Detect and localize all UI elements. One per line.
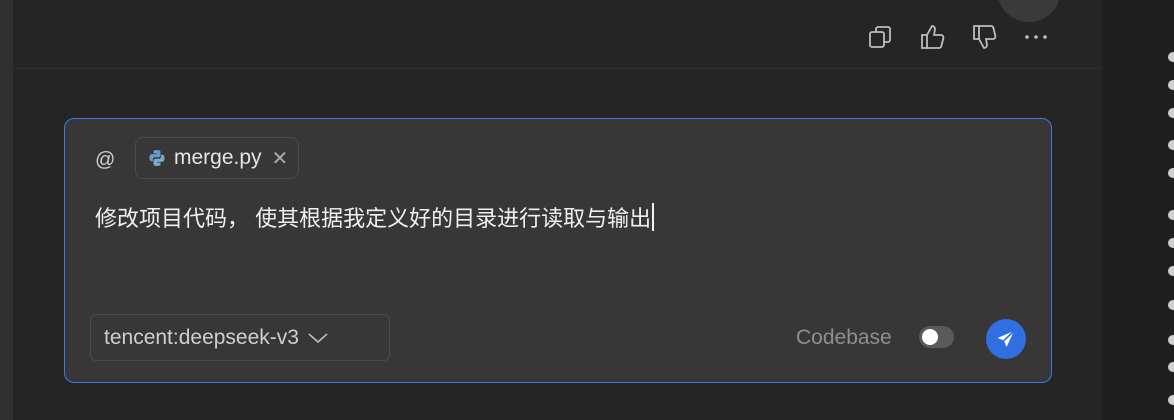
codebase-label: Codebase	[796, 326, 892, 349]
chevron-down-icon	[308, 332, 328, 343]
prompt-input-text: 修改项目代码， 使其根据我定义好的目录进行读取与输出	[95, 206, 652, 231]
send-button[interactable]	[986, 319, 1026, 359]
toggle-knob	[922, 329, 938, 345]
codebase-toggle[interactable]	[919, 326, 954, 348]
more-button[interactable]	[1021, 22, 1051, 52]
thumbs-down-icon	[973, 25, 997, 49]
attached-file-name: merge.py	[174, 146, 262, 169]
prompt-input[interactable]: 修改项目代码， 使其根据我定义好的目录进行读取与输出	[95, 201, 654, 233]
more-icon	[1025, 35, 1047, 39]
text-caret	[652, 203, 654, 231]
thumbs-up-icon	[921, 25, 945, 49]
scrollbar-markers	[1166, 0, 1174, 420]
mention-button[interactable]: @	[95, 149, 115, 172]
avatar	[997, 0, 1061, 22]
model-selector-label: tencent:deepseek-v3	[104, 325, 299, 349]
send-icon	[997, 330, 1015, 347]
chat-composer: @ merge.py ✕ 修改项目代码， 使其根据我定义好的目录进行读取与输出 …	[64, 118, 1052, 383]
remove-file-button[interactable]: ✕	[272, 146, 289, 171]
left-panel-edge	[0, 0, 13, 420]
copy-button[interactable]	[865, 22, 895, 52]
message-actions	[865, 22, 1051, 52]
python-icon	[149, 150, 165, 166]
model-selector[interactable]: tencent:deepseek-v3	[90, 314, 390, 361]
dislike-button[interactable]	[969, 22, 999, 52]
like-button[interactable]	[917, 22, 947, 52]
divider	[13, 68, 1102, 69]
right-panel	[1102, 0, 1174, 420]
attached-file-chip[interactable]: merge.py ✕	[135, 137, 300, 179]
copy-icon	[869, 26, 891, 48]
